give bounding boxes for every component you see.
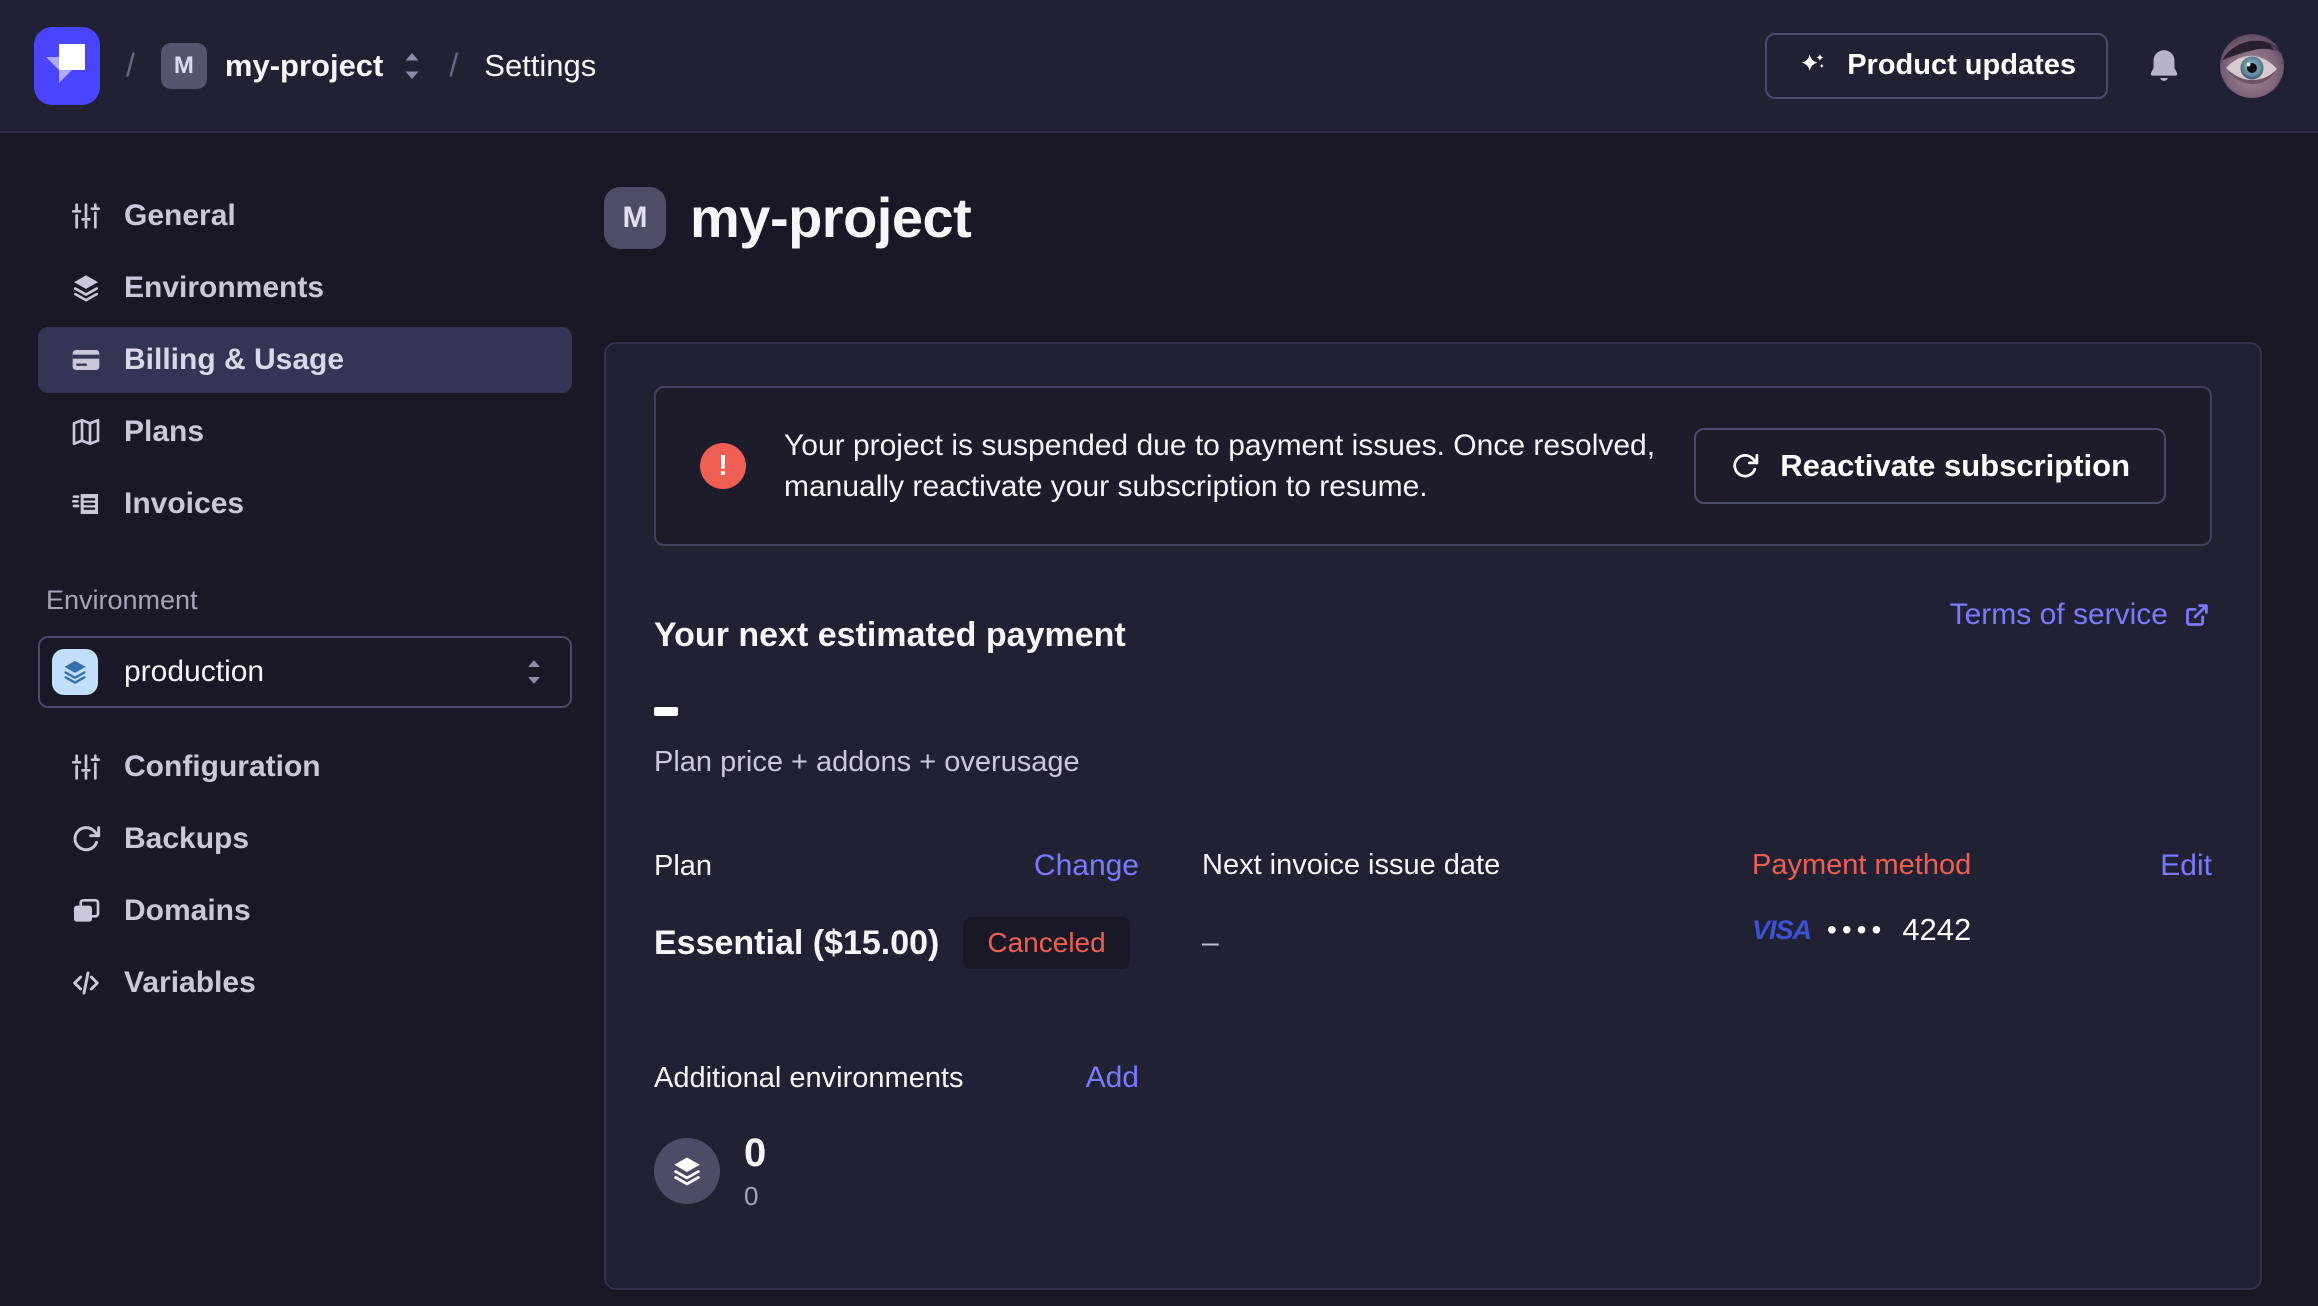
visa-brand-mark: VISA bbox=[1752, 915, 1811, 946]
breadcrumb-project-switcher[interactable]: M my-project bbox=[161, 43, 423, 89]
sidebar-item-label: Domains bbox=[124, 894, 251, 928]
external-link-icon bbox=[2182, 600, 2212, 630]
map-icon bbox=[70, 416, 102, 448]
page-header: M my-project bbox=[604, 185, 2262, 250]
sidebar-item-domains[interactable]: Domains bbox=[38, 878, 572, 944]
environments-count-row: 0 0 bbox=[654, 1133, 2212, 1209]
plan-name: Essential ($15.00) bbox=[654, 924, 939, 963]
sidebar-item-label: Invoices bbox=[124, 487, 244, 521]
reactivate-subscription-button[interactable]: Reactivate subscription bbox=[1694, 428, 2166, 504]
billing-card: ! Your project is suspended due to payme… bbox=[604, 342, 2262, 1290]
card-last4: 4242 bbox=[1902, 912, 1971, 948]
additional-environments-section: Additional environments Add 0 0 bbox=[654, 1061, 2212, 1209]
breadcrumb-separator: / bbox=[126, 47, 135, 84]
product-updates-button[interactable]: Product updates bbox=[1765, 33, 2108, 99]
page-title: my-project bbox=[690, 185, 971, 250]
stack-icon bbox=[70, 895, 102, 927]
sidebar-item-label: Variables bbox=[124, 966, 256, 1000]
sidebar-item-label: Backups bbox=[124, 822, 249, 856]
environment-section-label: Environment bbox=[46, 585, 572, 616]
environments-count: 0 bbox=[744, 1133, 766, 1173]
sidebar-item-label: Configuration bbox=[124, 750, 321, 784]
breadcrumb-project-name: my-project bbox=[225, 48, 383, 84]
change-plan-link[interactable]: Change bbox=[1034, 849, 1139, 883]
reactivate-subscription-label: Reactivate subscription bbox=[1780, 448, 2130, 484]
payment-method-column: Payment method VISA •••• 4242 Edit bbox=[1752, 849, 2212, 969]
sidebar-item-general[interactable]: General bbox=[38, 183, 572, 249]
next-payment-heading: Your next estimated payment bbox=[654, 616, 1126, 655]
chevron-sort-icon bbox=[401, 48, 423, 84]
layers-icon bbox=[61, 658, 89, 686]
sliders-icon bbox=[70, 751, 102, 783]
refresh-icon bbox=[70, 823, 102, 855]
code-icon bbox=[70, 967, 102, 999]
sidebar-item-label: General bbox=[124, 199, 236, 233]
environments-subcount: 0 bbox=[744, 1183, 766, 1209]
notifications-bell-icon[interactable] bbox=[2144, 46, 2184, 86]
sliders-icon bbox=[70, 200, 102, 232]
sidebar-item-backups[interactable]: Backups bbox=[38, 806, 572, 872]
plan-status-badge: Canceled bbox=[963, 917, 1129, 969]
suspension-message: Your project is suspended due to payment… bbox=[784, 425, 1656, 507]
sidebar-item-label: Plans bbox=[124, 415, 204, 449]
payment-formula: Plan price + addons + overusage bbox=[654, 746, 2212, 779]
layers-icon bbox=[670, 1154, 704, 1188]
sidebar-environment-group: Configuration Backups Domains Variables bbox=[38, 734, 572, 1016]
main-content: M my-project ! Your project is suspended… bbox=[604, 133, 2318, 1306]
sidebar-item-variables[interactable]: Variables bbox=[38, 950, 572, 1016]
user-avatar[interactable] bbox=[2220, 34, 2284, 98]
settings-sidebar: General Environments Billing & Usage Pla… bbox=[0, 133, 604, 1306]
avatar-eye-image bbox=[2220, 34, 2284, 98]
edit-payment-method-link[interactable]: Edit bbox=[2160, 849, 2212, 883]
next-invoice-value: – bbox=[1202, 926, 1752, 960]
next-invoice-label: Next invoice issue date bbox=[1202, 849, 1500, 881]
invoice-column: Next invoice issue date – bbox=[1202, 849, 1752, 969]
add-environment-link[interactable]: Add bbox=[1086, 1061, 1139, 1095]
project-initial-badge: M bbox=[161, 43, 207, 89]
environment-select[interactable]: production bbox=[38, 636, 572, 708]
payment-method-label: Payment method bbox=[1752, 849, 1971, 881]
invoice-icon bbox=[70, 488, 102, 520]
breadcrumb-settings[interactable]: Settings bbox=[484, 48, 596, 84]
project-initial-badge-large: M bbox=[604, 187, 666, 249]
environment-selected-value: production bbox=[124, 655, 498, 689]
refresh-icon bbox=[1730, 451, 1760, 481]
breadcrumb-separator: / bbox=[449, 47, 458, 84]
sidebar-item-plans[interactable]: Plans bbox=[38, 399, 572, 465]
chevron-updown-icon bbox=[524, 655, 544, 689]
additional-environments-label: Additional environments bbox=[654, 1062, 964, 1095]
sidebar-item-label: Environments bbox=[124, 271, 324, 305]
terms-of-service-label: Terms of service bbox=[1950, 598, 2168, 632]
estimated-amount-placeholder: - bbox=[654, 707, 678, 716]
sidebar-project-group: General Environments Billing & Usage Pla… bbox=[38, 183, 572, 537]
sidebar-item-environments[interactable]: Environments bbox=[38, 255, 572, 321]
environment-chip bbox=[52, 649, 98, 695]
sidebar-item-label: Billing & Usage bbox=[124, 343, 344, 377]
sidebar-item-billing-usage[interactable]: Billing & Usage bbox=[38, 327, 572, 393]
sidebar-item-configuration[interactable]: Configuration bbox=[38, 734, 572, 800]
card-icon bbox=[70, 344, 102, 376]
strapi-logo[interactable] bbox=[34, 27, 100, 105]
plan-label: Plan bbox=[654, 850, 712, 883]
plan-column: Plan Change Essential ($15.00) Canceled bbox=[654, 849, 1202, 969]
environments-count-chip bbox=[654, 1138, 720, 1204]
sparkle-icon bbox=[1797, 50, 1829, 82]
top-navbar: / M my-project / Settings Product update… bbox=[0, 0, 2318, 133]
terms-of-service-link[interactable]: Terms of service bbox=[1950, 598, 2212, 632]
layers-icon bbox=[70, 272, 102, 304]
product-updates-label: Product updates bbox=[1847, 49, 2076, 82]
suspension-banner: ! Your project is suspended due to payme… bbox=[654, 386, 2212, 546]
alert-icon: ! bbox=[700, 443, 746, 489]
card-masked-dots: •••• bbox=[1827, 914, 1886, 946]
strapi-logo-icon bbox=[34, 27, 100, 105]
sidebar-item-invoices[interactable]: Invoices bbox=[38, 471, 572, 537]
